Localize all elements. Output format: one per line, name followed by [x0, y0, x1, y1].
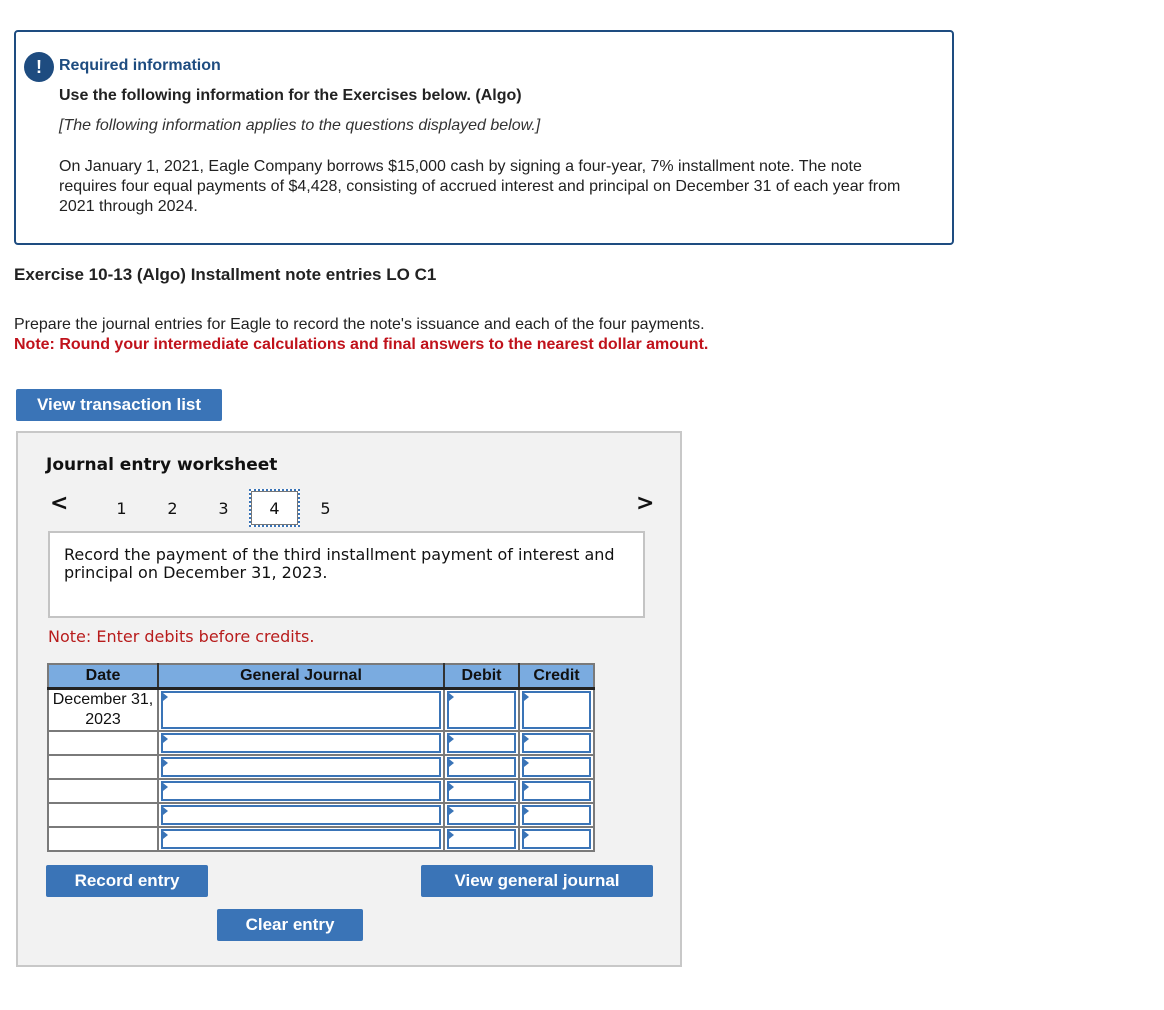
journal-table: Date General Journal Debit Credit Decemb… [47, 663, 595, 852]
required-info-body: On January 1, 2021, Eagle Company borrow… [59, 158, 901, 215]
alert-icon: ! [24, 52, 54, 82]
credit-input[interactable] [522, 732, 591, 753]
debit-input[interactable] [447, 780, 516, 801]
date-cell: December 31, 2023 [48, 688, 159, 731]
account-input[interactable] [161, 732, 441, 753]
header-date: Date [48, 664, 159, 690]
rounding-note: Note: Round your intermediate calculatio… [14, 336, 709, 353]
date-cell [48, 801, 159, 827]
header-general-journal: General Journal [158, 664, 445, 690]
table-row [48, 825, 594, 851]
worksheet-tab-1[interactable]: 1 [96, 489, 147, 527]
credit-input[interactable] [522, 756, 591, 777]
credit-input[interactable] [522, 780, 591, 801]
account-input[interactable] [161, 828, 441, 849]
journal-entry-worksheet: Journal entry worksheet < 1 2 3 4 5 > Re… [16, 431, 682, 967]
debit-input[interactable] [447, 690, 516, 729]
credit-input[interactable] [522, 690, 591, 729]
worksheet-title: Journal entry worksheet [46, 455, 278, 475]
view-transaction-list-button[interactable]: View transaction list [16, 389, 222, 421]
account-input[interactable] [161, 756, 441, 777]
credit-input[interactable] [522, 828, 591, 849]
worksheet-tab-3[interactable]: 3 [198, 489, 249, 527]
chevron-right-icon[interactable]: > [636, 491, 654, 516]
credit-input[interactable] [522, 804, 591, 825]
date-cell [48, 825, 159, 851]
required-info-box: ! Required information Use the following… [14, 30, 954, 245]
worksheet-tab-4[interactable]: 4 [249, 489, 300, 527]
account-input[interactable] [161, 690, 441, 729]
exercise-instructions: Prepare the journal entries for Eagle to… [14, 316, 705, 333]
chevron-left-icon[interactable]: < [50, 491, 68, 516]
exercise-title: Exercise 10-13 (Algo) Installment note e… [14, 265, 437, 284]
view-general-journal-button[interactable]: View general journal [421, 865, 653, 897]
table-row: December 31, 2023 [48, 688, 594, 731]
account-input[interactable] [161, 780, 441, 801]
record-entry-button[interactable]: Record entry [46, 865, 208, 897]
debit-input[interactable] [447, 828, 516, 849]
journal-header-row: Date General Journal Debit Credit [48, 664, 594, 690]
debit-input[interactable] [447, 732, 516, 753]
date-cell [48, 777, 159, 803]
required-info-title: Required information [59, 57, 221, 74]
table-row [48, 801, 594, 827]
date-cell [48, 729, 159, 755]
debit-input[interactable] [447, 804, 516, 825]
worksheet-tab-2[interactable]: 2 [147, 489, 198, 527]
worksheet-tabs: 1 2 3 4 5 [96, 489, 351, 527]
date-cell [48, 753, 159, 779]
required-info-subtitle: Use the following information for the Ex… [59, 87, 522, 104]
transaction-description: Record the payment of the third installm… [48, 531, 645, 618]
account-input[interactable] [161, 804, 441, 825]
debits-credits-note: Note: Enter debits before credits. [48, 627, 315, 646]
table-row [48, 753, 594, 779]
required-info-applies: [The following information applies to th… [59, 117, 541, 134]
header-credit: Credit [519, 664, 594, 690]
table-row [48, 777, 594, 803]
clear-entry-button[interactable]: Clear entry [217, 909, 363, 941]
debit-input[interactable] [447, 756, 516, 777]
header-debit: Debit [444, 664, 520, 690]
table-row [48, 729, 594, 755]
worksheet-tab-5[interactable]: 5 [300, 489, 351, 527]
